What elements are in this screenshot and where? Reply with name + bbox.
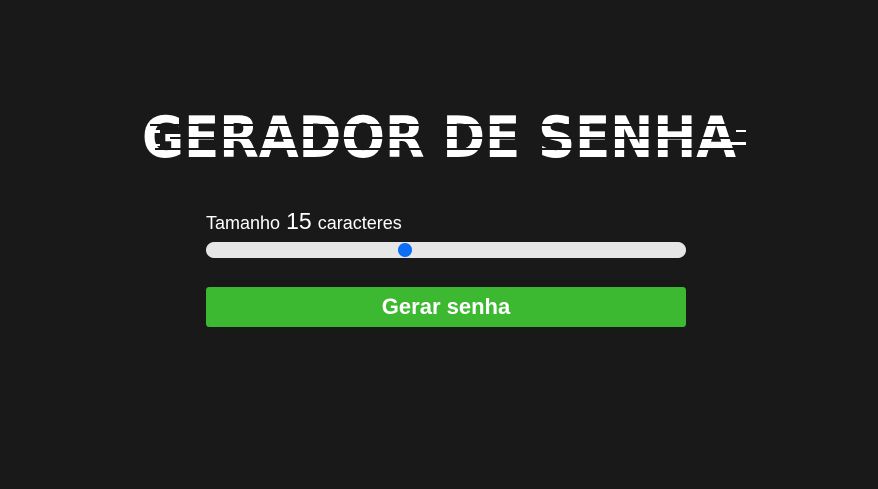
generate-password-button[interactable]: Gerar senha [206, 287, 686, 327]
password-generator-page: GERADOR DE SENHA Tamanho 15 caracteres G… [0, 0, 878, 489]
title-text: GERADOR DE SENHA [142, 105, 736, 166]
slider-thumb[interactable] [398, 243, 413, 257]
length-label-suffix: caracteres [317, 213, 402, 233]
password-controls: Tamanho 15 caracteres Gerar senha [206, 208, 686, 327]
length-label: Tamanho 15 caracteres [206, 208, 686, 234]
length-label-prefix: Tamanho [206, 213, 281, 233]
page-title: GERADOR DE SENHA [0, 104, 878, 166]
length-slider[interactable] [206, 242, 686, 258]
title-logo: GERADOR DE SENHA [142, 105, 750, 166]
length-value: 15 [286, 208, 312, 234]
